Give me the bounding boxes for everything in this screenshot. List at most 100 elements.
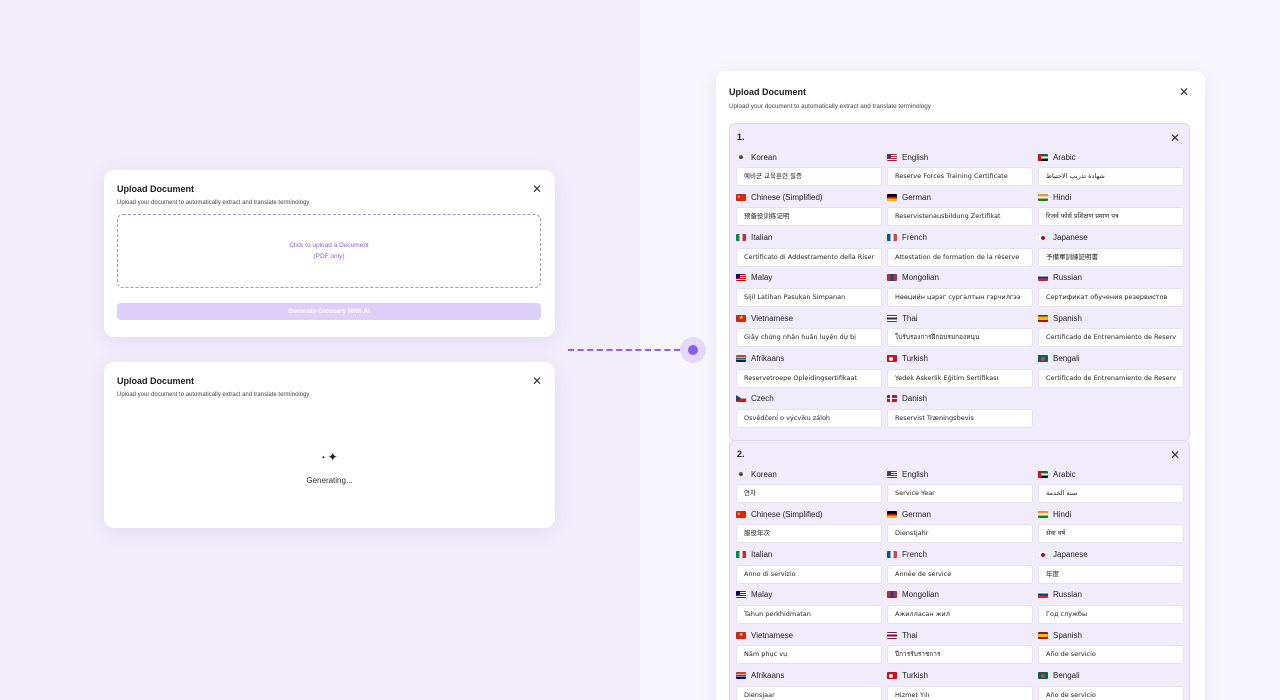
translation-input[interactable]: Reservistenausbildung Zertifikat [887,207,1033,227]
translation-input[interactable]: سنة الخدمة [1038,484,1184,503]
mn-flag-icon [887,591,897,599]
language-field-vn: ★ Vietnamese Năm phục vụ [736,630,882,665]
in-flag-icon [1038,510,1048,518]
language-field-th: Thai ปีการรับราชการ [887,630,1033,665]
close-icon[interactable]: ✕ [1178,86,1190,98]
language-field-za: Afrikaans Diensjaar [736,671,882,700]
language-label: Hindi [1053,192,1072,202]
close-icon[interactable]: ✕ [531,375,543,387]
translation-input[interactable]: Tahun perkhidmatan [736,604,882,624]
translation-input[interactable]: 予備軍訓練証明書 [1038,247,1184,267]
entry-number: 1. [737,132,745,142]
translation-input[interactable]: Anno di servizio [736,564,882,584]
language-label: Bengali [1053,671,1080,680]
language-label: Afrikaans [751,354,785,363]
glossary-result-dialog: Upload Document Upload your document to … [716,71,1205,700]
translation-input[interactable]: Сертификат обучения резервистов [1038,287,1184,307]
it-flag-icon [736,551,746,559]
language-field-it: Italian Certificato di Addestramento dell… [736,233,882,267]
translation-input[interactable]: सेवा वर्ष [1038,524,1184,544]
ae-flag-icon [1038,470,1048,478]
glossary-entry: 1. ✕ Korean 예비군 교육훈련 필증 English Reserve Force… [729,123,1190,442]
translation-input[interactable]: Hizmet Yılı [887,685,1033,700]
translation-input[interactable]: Sijil Latihan Pasukan Simpanan [736,287,882,307]
language-field-in: Hindi सेवा वर्ष [1038,509,1184,544]
translation-input[interactable]: Año de servicio [1038,645,1184,665]
generate-glossary-button[interactable]: Generate Glossary With AI [117,303,541,320]
translation-input[interactable]: Reservist Træningsbevis [887,408,1033,428]
language-field-vn: ★ Vietnamese Giấy chứng nhận huấn luyện dự… [736,313,882,348]
translation-input[interactable]: Год службы [1038,604,1184,624]
language-field-es: Spanish Año de servicio [1038,630,1184,665]
language-label: Russian [1053,273,1082,283]
language-label: Spanish [1053,630,1082,640]
bd-flag-icon [1038,672,1048,679]
translation-input[interactable]: Certificado de Entrenamiento de Reserv [1038,328,1184,348]
translation-input[interactable]: 预备役训练证明 [736,207,882,227]
tr-flag-icon [887,672,897,679]
language-label: Vietnamese [751,313,794,323]
translation-input[interactable]: Attestation de formation de la réserve [887,247,1033,267]
translation-input[interactable]: Năm phục vụ [736,645,882,665]
language-label: Italian [751,550,773,560]
language-label: Bengali [1053,354,1080,363]
upload-dropzone[interactable]: Click to upload a Document (PDF only) [117,214,541,288]
translation-input[interactable]: 연차 [736,484,882,503]
language-label: Turkish [902,354,928,363]
language-label: German [902,509,931,519]
kr-flag-icon [736,470,746,478]
remove-entry-icon[interactable]: ✕ [1169,449,1181,461]
translation-input[interactable]: Ажилласан жил [887,604,1033,624]
translation-input[interactable]: Reserve Forces Training Certificate [887,167,1033,186]
remove-entry-icon[interactable]: ✕ [1169,132,1181,144]
translation-input[interactable]: Diensjaar [736,685,882,700]
th-flag-icon [887,631,897,639]
translation-input[interactable]: 年度 [1038,564,1184,584]
translation-input[interactable]: Osvědčení o výcviku záloh [736,408,882,428]
translation-input[interactable]: Dienstjahr [887,524,1033,544]
translation-input[interactable]: Certificado de Entrenamiento de Reserv [1038,368,1184,388]
translation-input[interactable]: ใบรับรองการฝึกอบรมกองหนุน [887,328,1033,348]
translation-input[interactable]: Reservetroepe Opleidingsertifikaat [736,368,882,388]
us-flag-icon [887,470,897,478]
cz-flag-icon [736,395,746,403]
language-label: English [902,152,929,162]
language-field-kr: Korean 연차 [736,469,882,503]
language-field-cn: ★ Chinese (Simplified) 预备役训练证明 [736,192,882,227]
translation-input[interactable]: 服役年次 [736,524,882,544]
translation-input[interactable]: 예비군 교육훈련 필증 [736,167,882,186]
language-label: Chinese (Simplified) [751,509,823,519]
translation-input[interactable]: Service Year [887,484,1033,503]
translation-input[interactable]: Année de service [887,564,1033,584]
my-flag-icon [736,274,746,282]
translation-input[interactable]: Yedek Askerlik Eğitim Sertifikası [887,368,1033,388]
dk-flag-icon [887,395,897,403]
sparkle-icon: ✦ ✦ [321,450,338,464]
vn-flag-icon: ★ [736,631,746,639]
language-label: Malay [751,590,773,600]
dialog-title: Upload Document [729,87,807,97]
de-flag-icon [887,193,897,201]
language-field-us: English Service Year [887,469,1033,503]
translation-input[interactable]: Certificato di Addestramento della Riser [736,247,882,267]
vn-flag-icon: ★ [736,314,746,322]
translation-input[interactable]: Giấy chứng nhận huấn luyện dự bị [736,328,882,348]
close-icon[interactable]: ✕ [531,183,543,195]
language-field-bd: Bengali Certificado de Entrenamiento de R… [1038,354,1184,388]
language-field-my: Malay Sijil Latihan Pasukan Simpanan [736,273,882,307]
it-flag-icon [736,234,746,242]
dropzone-label: Click to upload a Document [289,242,369,249]
my-flag-icon [736,591,746,599]
language-field-cz: Czech Osvědčení o výcviku záloh [736,394,882,428]
language-field-ru: Russian Год службы [1038,590,1184,624]
translation-input[interactable]: Нөөцийн цэрэг сургалтын гэрчилгээ [887,287,1033,307]
translation-input[interactable]: रिजर्व फोर्स प्रशिक्षण प्रमाण पत्र [1038,207,1184,227]
language-field-ae: Arabic شهادة تدريب الاحتياط [1038,152,1184,186]
dialog-title: Upload Document [117,376,195,386]
translation-input[interactable]: ปีการรับราชการ [887,645,1033,665]
translation-input[interactable]: Año de servicio [1038,685,1184,700]
translation-input[interactable]: شهادة تدريب الاحتياط [1038,167,1184,186]
language-label: French [902,550,927,560]
language-field-th: Thai ใบรับรองการฝึกอบรมกองหนุน [887,313,1033,348]
dialog-subtitle: Upload your document to automatically ex… [729,103,931,110]
